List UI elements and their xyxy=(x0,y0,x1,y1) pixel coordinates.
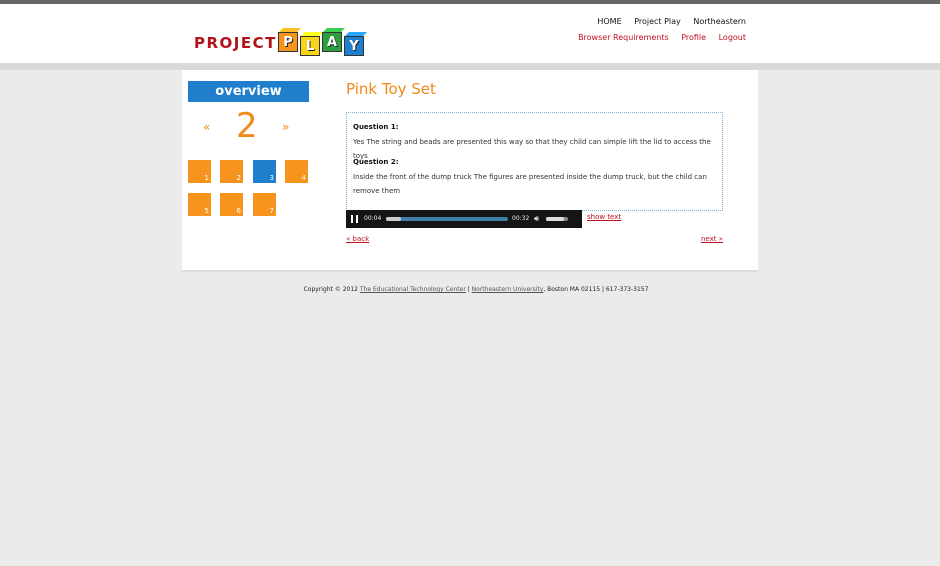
nav-profile[interactable]: Profile xyxy=(681,33,706,42)
nav-project-play[interactable]: Project Play xyxy=(634,17,681,26)
pause-icon[interactable] xyxy=(351,215,358,223)
header-divider xyxy=(0,63,940,70)
overview-button[interactable]: overview xyxy=(188,81,309,102)
progress-track[interactable] xyxy=(386,217,508,221)
tile-7[interactable]: 7 xyxy=(253,193,276,216)
tile-5[interactable]: 5 xyxy=(188,193,211,216)
tile-number: 5 xyxy=(204,207,209,215)
show-text-link[interactable]: show text xyxy=(587,213,621,221)
total-time: 00:32 xyxy=(512,215,530,222)
tile-4[interactable]: 4 xyxy=(285,160,308,183)
progress-fill xyxy=(386,217,402,221)
footer-etc-link[interactable]: The Educational Technology Center xyxy=(360,286,466,293)
tile-number: 1 xyxy=(204,174,209,182)
tile-number: 3 xyxy=(269,174,274,182)
current-time: 00:04 xyxy=(364,215,382,222)
tile-number: 6 xyxy=(236,207,241,215)
site-header: PROJECT P L A Y HOME Project Play Northe… xyxy=(0,4,940,64)
page-title: Pink Toy Set xyxy=(346,80,436,98)
logo-block-p: P xyxy=(278,32,298,52)
volume-icon[interactable]: 🔊︎ xyxy=(534,214,539,224)
tile-2[interactable]: 2 xyxy=(220,160,243,183)
tile-number: 4 xyxy=(301,174,306,182)
tile-3[interactable]: 3 xyxy=(253,160,276,183)
logo-word: PROJECT xyxy=(194,34,277,52)
top-nav: HOME Project Play Northeastern xyxy=(587,17,746,26)
back-link[interactable]: « back xyxy=(346,235,369,243)
sub-nav: Browser Requirements Profile Logout xyxy=(568,33,746,42)
footer: Copyright © 2012 The Educational Technol… xyxy=(0,286,940,293)
pager-prev-button[interactable]: « xyxy=(203,120,210,134)
footer-neu-link[interactable]: Northeastern University xyxy=(472,286,544,293)
footer-copyright: Copyright © 2012 xyxy=(303,286,360,293)
logo-block-l: L xyxy=(300,36,320,56)
question-1-label: Question 1: xyxy=(353,123,399,131)
next-link[interactable]: next » xyxy=(701,235,723,243)
nav-browser-requirements[interactable]: Browser Requirements xyxy=(578,33,669,42)
volume-fill xyxy=(546,217,564,221)
panel-divider xyxy=(182,270,758,272)
footer-address: , Boston MA 02115 | 617-373-3157 xyxy=(543,286,649,293)
question-2-label: Question 2: xyxy=(353,158,399,166)
question-1-answer: Yes The string and beads are presented t… xyxy=(353,138,711,160)
questions-box: Question 1: Yes The string and beads are… xyxy=(346,112,723,211)
audio-player: 00:04 00:32 🔊︎ xyxy=(346,210,582,228)
nav-logout[interactable]: Logout xyxy=(719,33,746,42)
nav-home[interactable]: HOME xyxy=(597,17,621,26)
nav-northeastern[interactable]: Northeastern xyxy=(693,17,746,26)
tile-number: 7 xyxy=(269,207,274,215)
logo-block-y: Y xyxy=(344,36,364,56)
tile-1[interactable]: 1 xyxy=(188,160,211,183)
pager-next-button[interactable]: » xyxy=(282,120,289,134)
tile-6[interactable]: 6 xyxy=(220,193,243,216)
current-page-number: 2 xyxy=(236,106,258,146)
logo-block-a: A xyxy=(322,32,342,52)
question-2-answer: Inside the front of the dump truck The f… xyxy=(353,173,707,195)
tile-number: 2 xyxy=(236,174,241,182)
